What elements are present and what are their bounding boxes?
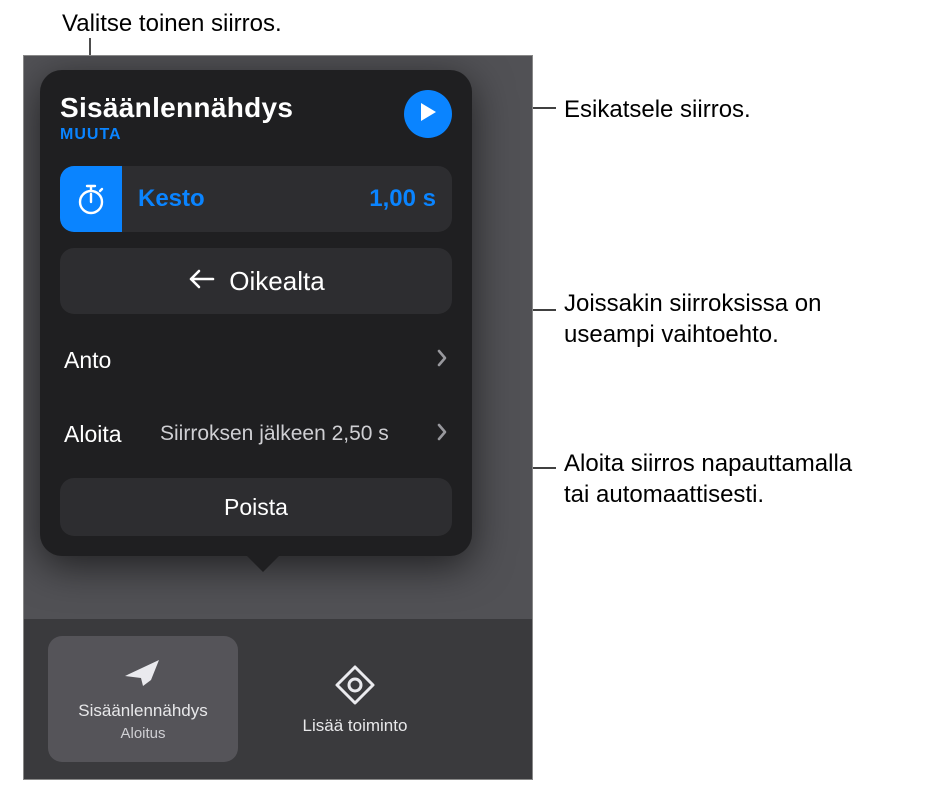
tile-add-action-title: Lisää toiminto — [303, 716, 408, 736]
tile-build-in-sub: Aloitus — [120, 725, 165, 742]
action-icon — [333, 663, 377, 712]
direction-label: Oikealta — [229, 266, 324, 297]
paper-plane-icon — [121, 656, 165, 697]
duration-label: Kesto — [122, 185, 369, 213]
device-frame: Sisäänlennähdys Aloitus Lisää toiminto S… — [23, 55, 533, 780]
preview-button[interactable] — [404, 90, 452, 138]
remove-label: Poista — [224, 494, 288, 521]
chevron-right-icon — [436, 348, 448, 373]
transition-popover: Sisäänlennähdys MUUTA Kesto 1,00 — [40, 70, 472, 556]
stopwatch-icon — [60, 166, 122, 232]
popover-title: Sisäänlennähdys — [60, 92, 293, 124]
toolbar: Sisäänlennähdys Aloitus Lisää toiminto — [24, 619, 532, 779]
start-value: Siirroksen jälkeen 2,50 s — [160, 421, 436, 446]
tile-build-in[interactable]: Sisäänlennähdys Aloitus — [48, 636, 238, 762]
duration-control[interactable]: Kesto 1,00 s — [60, 166, 452, 232]
remove-button[interactable]: Poista — [60, 478, 452, 536]
tile-build-in-title: Sisäänlennähdys — [78, 701, 207, 721]
arrow-left-icon — [187, 266, 215, 297]
tile-add-action[interactable]: Lisää toiminto — [260, 636, 450, 762]
change-button[interactable]: MUUTA — [60, 126, 293, 144]
acceleration-label: Anto — [64, 347, 160, 374]
start-label: Aloita — [64, 421, 160, 448]
acceleration-row[interactable]: Anto — [60, 332, 452, 388]
chevron-right-icon — [436, 422, 448, 447]
play-icon — [418, 101, 438, 128]
start-row[interactable]: Aloita Siirroksen jälkeen 2,50 s — [60, 406, 452, 462]
direction-button[interactable]: Oikealta — [60, 248, 452, 314]
duration-value: 1,00 s — [369, 185, 436, 213]
